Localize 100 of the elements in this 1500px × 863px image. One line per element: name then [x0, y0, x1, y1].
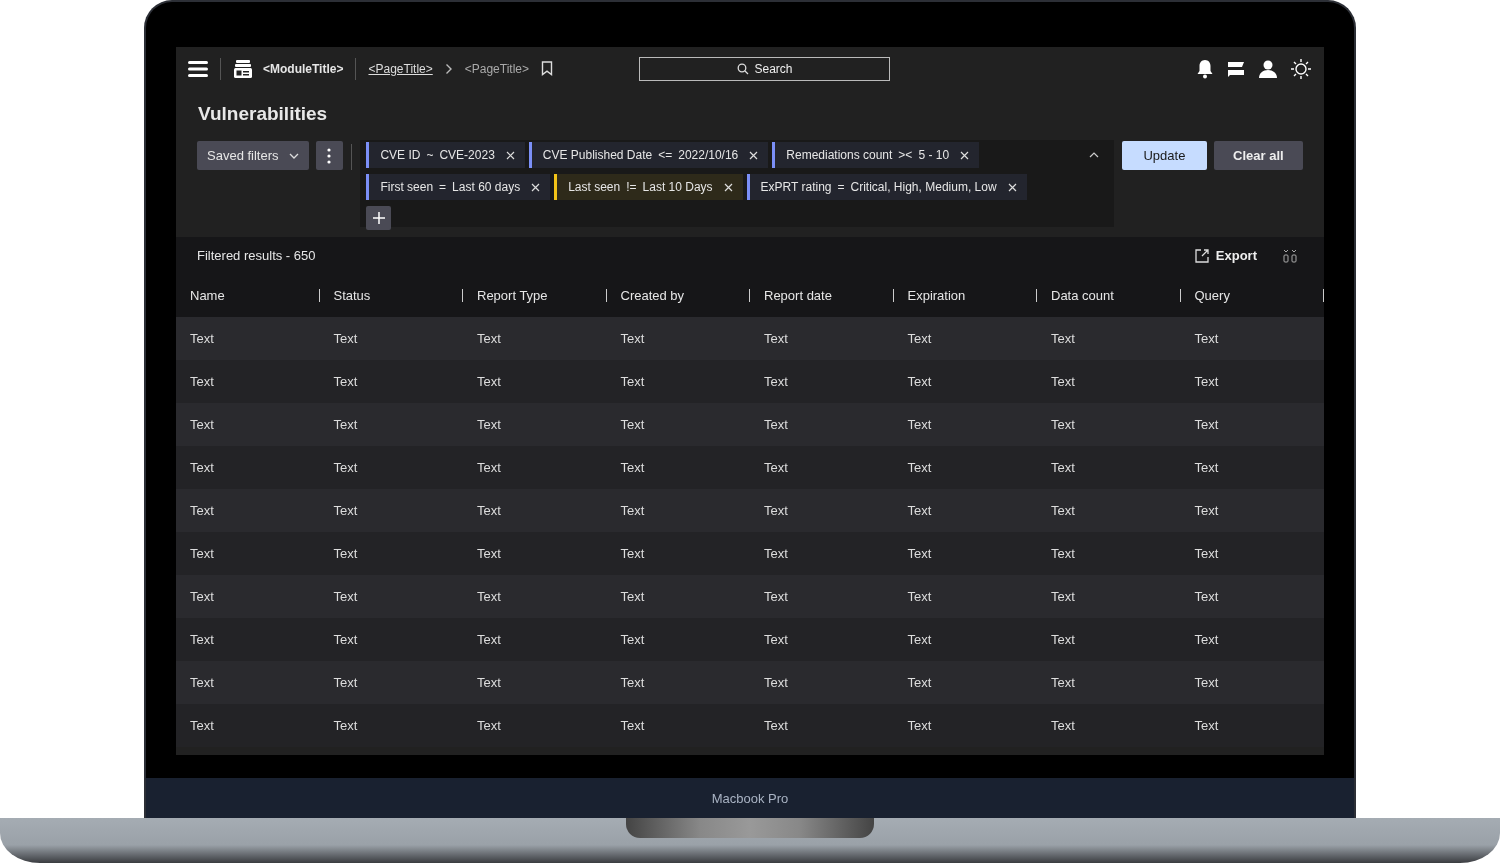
table-cell: Text [1051, 503, 1075, 518]
table-cell: Text [1051, 675, 1075, 690]
search-icon [737, 62, 749, 75]
breadcrumb-link[interactable]: <PageTitle> [368, 61, 433, 76]
table-cell: Text [1051, 632, 1075, 647]
filter-chip[interactable]: First seen = Last 60 days [366, 174, 551, 200]
close-icon[interactable] [749, 150, 759, 160]
close-icon[interactable] [531, 182, 541, 192]
search-field[interactable]: Search [639, 56, 890, 81]
column-header[interactable]: Query [1194, 288, 1230, 303]
close-icon[interactable] [723, 182, 733, 192]
table-cell: Text [477, 589, 501, 604]
table-cell: Text [1194, 632, 1219, 647]
filter-chip[interactable]: CVE ID ~ CVE-2023 [366, 142, 525, 168]
results-count: Filtered results - 650 [197, 248, 316, 263]
table-cell: Text [907, 632, 932, 647]
table-cell: Text [477, 331, 501, 346]
column-header[interactable]: Data count [1051, 288, 1114, 303]
table-cell: Text [1194, 331, 1219, 346]
column-header[interactable]: Expiration [907, 288, 966, 303]
chat-icon[interactable] [1226, 59, 1246, 78]
table-cell: Text [620, 632, 645, 647]
column-header[interactable]: Created by [620, 288, 685, 303]
table-cell: Text [477, 632, 501, 647]
table-cell: Text [907, 503, 932, 518]
filter-chip[interactable]: CVE Published Date <= 2022/10/16 [528, 142, 769, 168]
bell-icon[interactable] [1196, 58, 1214, 79]
export-icon [1194, 248, 1209, 263]
column-header[interactable]: Report date [764, 288, 832, 303]
page-title: Vulnerabilities [197, 102, 329, 126]
table-cell: Text [333, 460, 358, 475]
table-cell: Text [907, 546, 932, 561]
table-cell: Text [764, 374, 788, 389]
more-options-button[interactable] [315, 141, 344, 170]
table-cell: Text [1194, 546, 1219, 561]
table-cell: Text [620, 460, 645, 475]
filter-value: CVE-2023 [439, 148, 495, 162]
column-header[interactable]: Status [333, 288, 371, 303]
table-cell: Text [190, 589, 214, 604]
menu-icon[interactable] [188, 59, 208, 78]
filter-chip[interactable]: ExPRT rating = Critical, High, Medium, Low [746, 174, 1027, 200]
table-cell: Text [907, 460, 932, 475]
table-cell: Text [1194, 460, 1219, 475]
column-header[interactable]: Name [190, 288, 225, 303]
filter-field: Remediations count [786, 148, 893, 162]
table-cell: Text [333, 331, 358, 346]
table-cell: Text [620, 417, 645, 432]
table-cell: Text [190, 503, 214, 518]
close-icon[interactable] [960, 150, 970, 160]
table-cell: Text [190, 374, 214, 389]
table-cell: Text [333, 417, 358, 432]
table-cell: Text [333, 675, 358, 690]
table-cell: Text [333, 718, 358, 733]
table-cell: Text [907, 417, 932, 432]
table-cell: Text [1051, 546, 1075, 561]
table-cell: Text [1194, 374, 1219, 389]
export-button[interactable]: Export [1194, 248, 1257, 263]
table-cell: Text [190, 675, 214, 690]
kebab-icon [327, 147, 332, 164]
table-cell: Text [620, 374, 645, 389]
saved-filters-dropdown[interactable]: Saved filters [197, 141, 309, 170]
filter-chip[interactable]: Last seen != Last 10 Days [554, 174, 743, 200]
table-cell: Text [907, 718, 932, 733]
close-icon[interactable] [1007, 182, 1017, 192]
table-cell: Text [907, 331, 932, 346]
table-cell: Text [1194, 589, 1219, 604]
filter-operator: >< [898, 148, 913, 162]
add-filter-button[interactable] [366, 206, 392, 230]
table-cell: Text [764, 546, 788, 561]
table-cell: Text [477, 417, 501, 432]
sun-icon[interactable] [1290, 57, 1312, 80]
plus-icon [372, 212, 385, 224]
bookmark-icon[interactable] [541, 61, 553, 76]
user-icon[interactable] [1258, 58, 1278, 79]
filter-field: Last seen [568, 180, 621, 194]
table-cell: Text [764, 331, 788, 346]
clear-all-button[interactable]: Clear all [1213, 141, 1303, 170]
column-header[interactable]: Report Type [477, 288, 548, 303]
table-cell: Text [764, 589, 788, 604]
table-cell: Text [1051, 589, 1075, 604]
filter-value: Last 10 Days [642, 180, 713, 194]
device-label: Macbook Pro [711, 790, 789, 806]
table-cell: Text [620, 675, 645, 690]
chevron-up-icon[interactable] [1089, 152, 1100, 158]
filter-value: Critical, High, Medium, Low [850, 180, 997, 194]
columns-icon[interactable] [1283, 248, 1297, 263]
filter-value: Last 60 days [452, 180, 521, 194]
table-cell: Text [907, 675, 932, 690]
table-cell: Text [620, 331, 645, 346]
filter-chip[interactable]: Remediations count >< 5 - 10 [772, 142, 980, 168]
table-cell: Text [190, 417, 214, 432]
table-cell: Text [764, 503, 788, 518]
update-button[interactable]: Update [1122, 141, 1207, 170]
table-cell: Text [333, 632, 358, 647]
close-icon[interactable] [505, 150, 515, 160]
filter-operator: = [439, 180, 447, 194]
filter-operator: != [626, 180, 637, 194]
table-cell: Text [190, 718, 214, 733]
table-cell: Text [764, 632, 788, 647]
module-title: <ModuleTitle> [263, 61, 344, 76]
